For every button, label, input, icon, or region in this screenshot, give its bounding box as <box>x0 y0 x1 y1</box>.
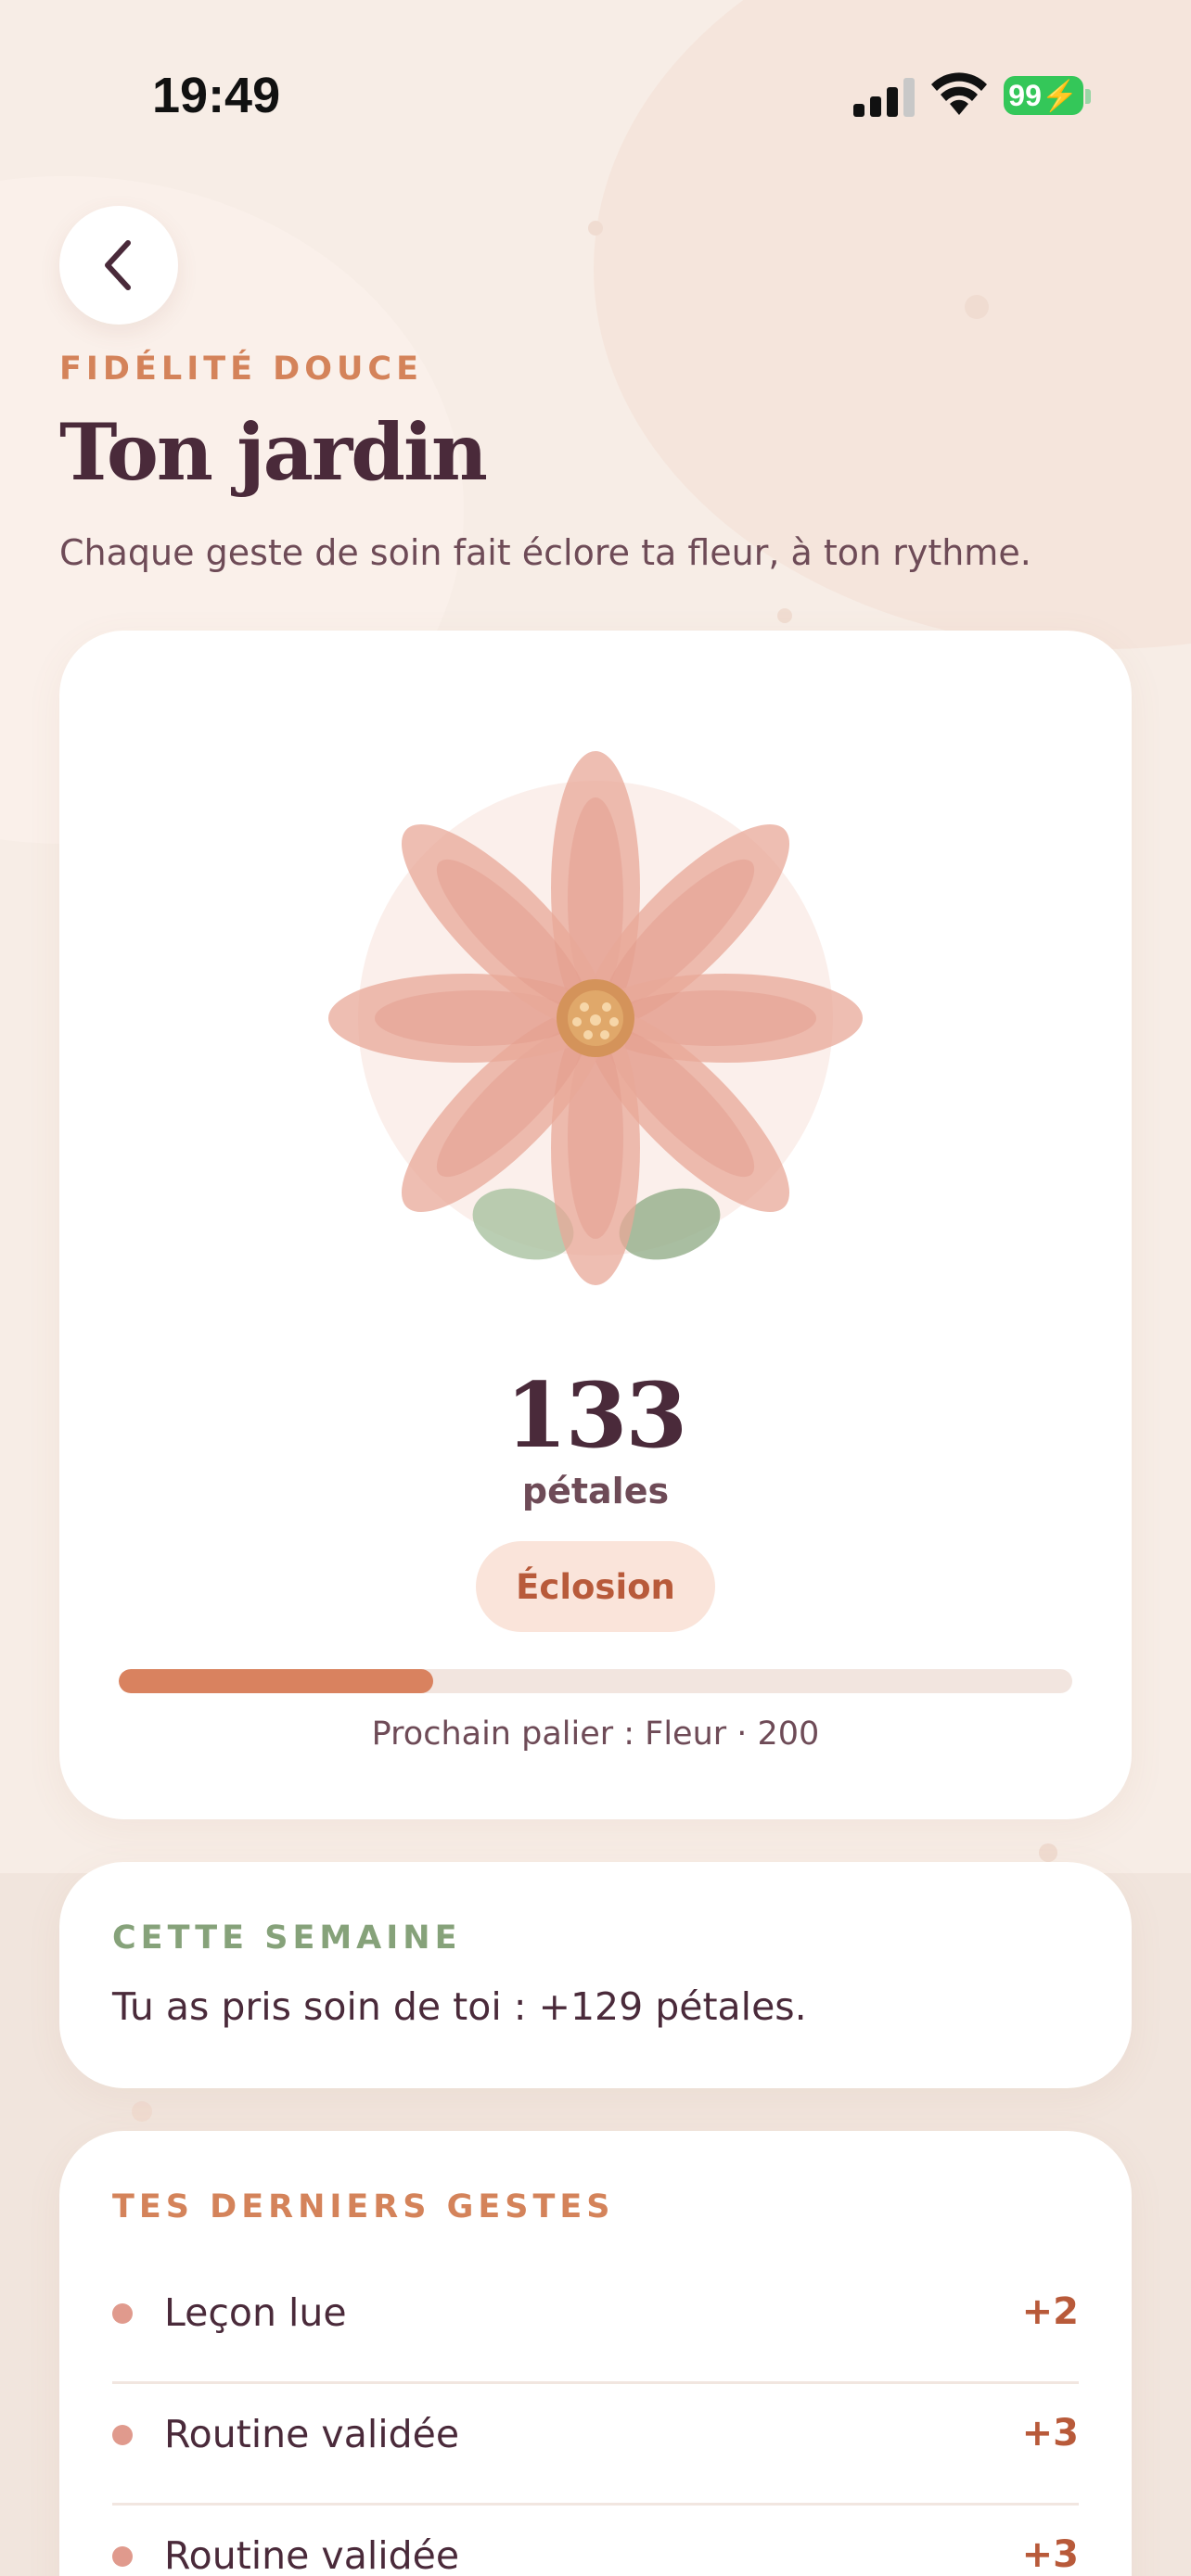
status-bar: 19:49 99⚡ <box>0 0 1191 185</box>
list-item-value: +3 <box>1021 2533 1079 2576</box>
week-summary-card: CETTE SEMAINE Tu as pris soin de toi : +… <box>59 1862 1132 2088</box>
back-button[interactable] <box>59 206 178 325</box>
list-item-label: Routine validée <box>164 2412 460 2456</box>
progress-bar <box>119 1669 1072 1693</box>
status-time: 19:49 <box>152 68 281 123</box>
page-title: Ton jardin <box>59 406 488 498</box>
bullet-dot <box>112 2546 133 2567</box>
section-eyebrow: FIDÉLITÉ DOUCE <box>59 351 424 388</box>
list-item[interactable]: Routine validée +3 <box>112 2506 1079 2576</box>
list-item-label: Leçon lue <box>164 2290 347 2335</box>
bullet-dot <box>112 2425 133 2445</box>
week-summary-text: Tu as pris soin de toi : +129 pétales. <box>112 1984 807 2029</box>
recent-list: Leçon lue +2 Routine validée +3 Routine … <box>112 2263 1079 2576</box>
list-item[interactable]: Leçon lue +2 <box>112 2263 1079 2384</box>
list-item-value: +3 <box>1021 2412 1079 2455</box>
background-dot <box>965 295 989 319</box>
wifi-icon <box>931 72 987 115</box>
battery-level: 99 <box>1008 79 1042 112</box>
signal-icon <box>853 78 915 117</box>
battery-cap <box>1085 89 1091 104</box>
battery-charging-icon: 99⚡ <box>1004 76 1083 115</box>
page-subtitle: Chaque geste de soin fait éclore ta fleu… <box>59 532 1031 573</box>
stage-badge: Éclosion <box>476 1541 715 1632</box>
next-tier-label: Prochain palier : Fleur · 200 <box>371 1715 820 1753</box>
recent-label: TES DERNIERS GESTES <box>112 2188 615 2225</box>
progress-fill <box>119 1669 434 1693</box>
week-label: CETTE SEMAINE <box>112 1919 462 1957</box>
list-item-value: +2 <box>1021 2290 1079 2333</box>
petal-count: 133 <box>505 1363 687 1468</box>
background-dot <box>588 221 603 236</box>
background-dot <box>777 608 792 623</box>
flower-icon <box>328 751 863 1285</box>
background-dot <box>1039 1843 1057 1862</box>
bullet-dot <box>112 2303 133 2324</box>
recent-gestures-card: TES DERNIERS GESTES Leçon lue +2 Routine… <box>59 2131 1132 2576</box>
list-item-label: Routine validée <box>164 2533 460 2576</box>
petal-unit: pétales <box>521 1471 670 1511</box>
garden-card: 133 pétales Éclosion Prochain palier : F… <box>59 631 1132 1819</box>
list-item[interactable]: Routine validée +3 <box>112 2384 1079 2506</box>
chevron-left-icon <box>105 240 131 290</box>
background-dot <box>132 2101 152 2122</box>
